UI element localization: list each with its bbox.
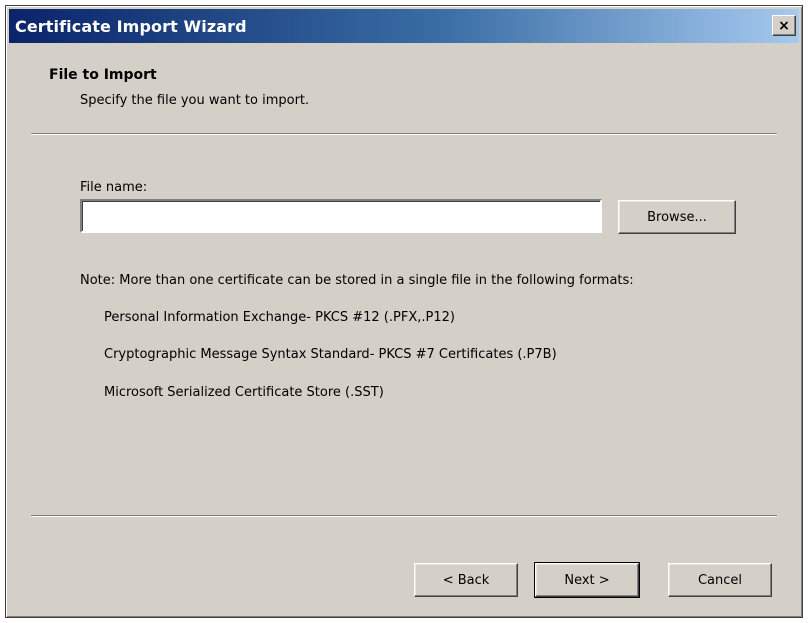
window-title: Certificate Import Wizard [15, 16, 247, 36]
page-subtitle: Specify the file you want to import. [80, 93, 310, 108]
close-button[interactable]: × [772, 15, 796, 36]
close-icon: × [778, 17, 790, 34]
file-name-label: File name: [80, 180, 148, 195]
format-item-sst: Microsoft Serialized Certificate Store (… [104, 385, 384, 400]
browse-button[interactable]: Browse... [618, 200, 736, 234]
back-button[interactable]: < Back [414, 563, 518, 597]
file-name-input[interactable] [80, 199, 602, 233]
wizard-window: Certificate Import Wizard × File to Impo… [5, 5, 803, 618]
page-title: File to Import [49, 67, 157, 83]
footer-divider [31, 515, 777, 517]
next-button[interactable]: Next > [534, 562, 640, 598]
cancel-button[interactable]: Cancel [668, 563, 772, 597]
format-item-p7b: Cryptographic Message Syntax Standard- P… [104, 347, 557, 362]
header-divider [31, 133, 777, 135]
format-item-pfx: Personal Information Exchange- PKCS #12 … [104, 310, 455, 325]
wizard-header: File to Import Specify the file you want… [6, 43, 802, 133]
formats-note: Note: More than one certificate can be s… [80, 273, 634, 288]
title-bar: Certificate Import Wizard × [9, 9, 799, 43]
